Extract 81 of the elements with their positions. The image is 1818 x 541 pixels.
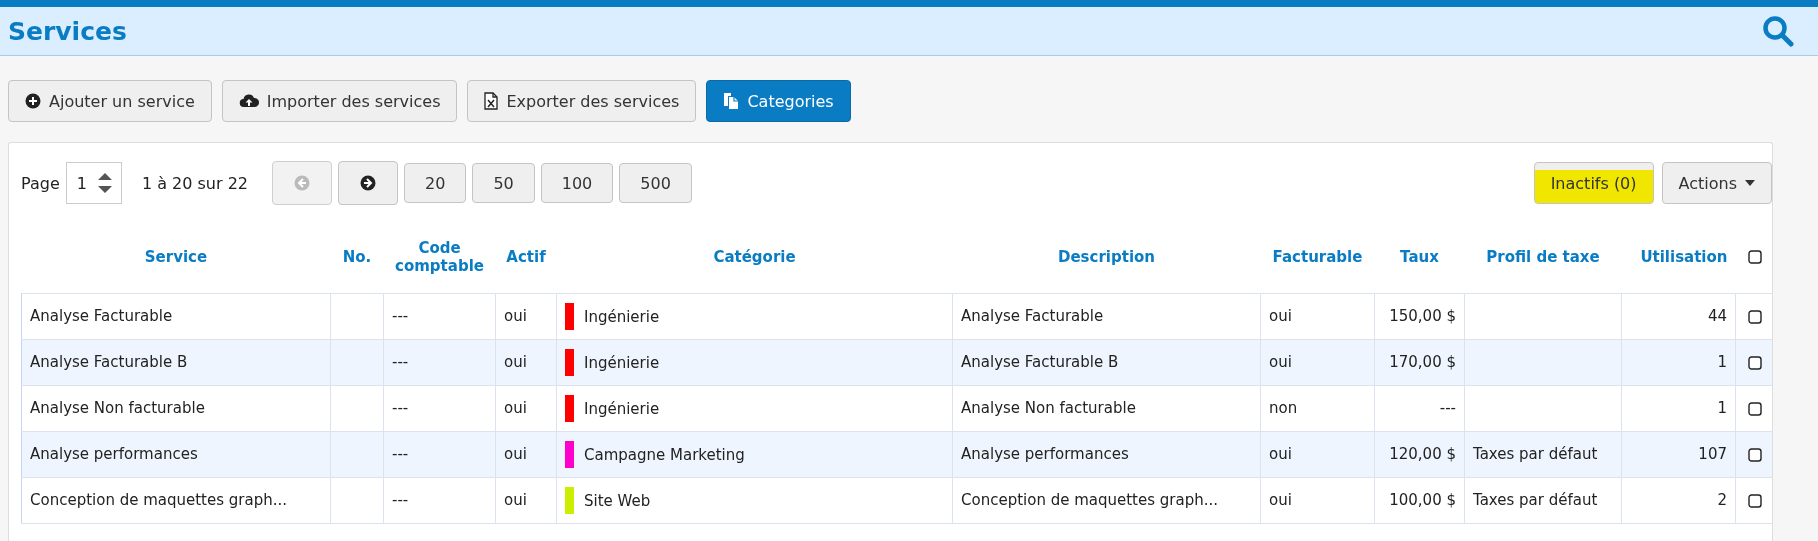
category-name: Site Web — [584, 491, 651, 509]
toolbar-button[interactable]: Categories — [706, 80, 851, 122]
arrow-left-circle-icon — [294, 175, 311, 191]
spinner-arrows-icon — [96, 172, 113, 194]
checkbox[interactable] — [1747, 447, 1762, 462]
table-cell: --- — [392, 445, 409, 463]
service-name: Analyse Facturable B — [30, 353, 188, 371]
table-cell: Analyse Non facturable — [961, 399, 1136, 417]
column-header[interactable]: Service — [29, 247, 323, 266]
table-cell: --- — [1439, 399, 1456, 417]
service-name: Analyse Facturable — [30, 307, 173, 325]
table-cell: 2 — [1717, 491, 1727, 509]
table-cell: Analyse Facturable B — [961, 353, 1119, 371]
table-cell: 1 — [1717, 399, 1727, 417]
page-label: Page — [21, 173, 60, 193]
table-cell: Taxes par défaut — [1473, 491, 1598, 509]
search-icon[interactable] — [1762, 15, 1794, 47]
table-cell: 1 — [1717, 353, 1727, 371]
table-cell: oui — [1269, 445, 1292, 463]
page-size-button[interactable]: 20 — [404, 163, 467, 203]
next-page-button[interactable] — [338, 161, 399, 205]
table-cell: 100,00 $ — [1389, 491, 1456, 509]
column-header[interactable]: Facturable — [1268, 247, 1367, 266]
table-cell: Taxes par défaut — [1473, 445, 1598, 463]
table-cell: --- — [392, 353, 409, 371]
checkbox[interactable] — [1747, 355, 1762, 370]
service-name: Analyse Non facturable — [30, 399, 205, 417]
category-name: Ingénierie — [584, 399, 660, 417]
column-header[interactable]: Taux — [1382, 247, 1457, 266]
checkbox[interactable] — [1747, 250, 1762, 265]
category-name: Ingénierie — [584, 353, 660, 371]
checkbox[interactable] — [1747, 493, 1762, 508]
copy-icon — [723, 92, 740, 110]
table-cell: Analyse performances — [961, 445, 1129, 463]
column-header[interactable]: Utilisation — [1629, 247, 1728, 266]
column-header[interactable]: No. — [338, 247, 376, 266]
table-cell: --- — [392, 307, 409, 325]
toolbar-button[interactable]: Exporter des services — [467, 80, 697, 122]
table-cell: 44 — [1707, 307, 1727, 325]
toolbar-button[interactable]: Ajouter un service — [8, 80, 212, 122]
table-cell: Analyse Facturable — [961, 307, 1104, 325]
table-cell: oui — [1269, 491, 1292, 509]
column-header[interactable]: Description — [960, 247, 1253, 266]
table-cell: oui — [504, 491, 527, 509]
table-cell: 170,00 $ — [1389, 353, 1456, 371]
page-range-text: 1 à 20 sur 22 — [141, 173, 249, 193]
category-name: Campagne Marketing — [584, 445, 745, 463]
page-size-button[interactable]: 100 — [540, 163, 614, 203]
page-size-button[interactable]: 50 — [472, 163, 535, 203]
caret-down-icon — [1745, 180, 1755, 186]
table-cell: 120,00 $ — [1389, 445, 1456, 463]
actions-dropdown-button[interactable]: Actions — [1661, 162, 1772, 204]
table-cell: --- — [392, 399, 409, 417]
plus-circle-icon — [25, 93, 41, 109]
page-title: Services — [8, 16, 127, 46]
checkbox[interactable] — [1747, 309, 1762, 324]
spreadsheet-file-icon — [484, 92, 499, 110]
table-cell: non — [1269, 399, 1298, 417]
service-name: Analyse performances — [30, 445, 198, 463]
page-size-button[interactable]: 500 — [619, 163, 692, 203]
table-cell: Conception de maquettes graph... — [961, 491, 1219, 509]
table-cell: oui — [504, 353, 527, 371]
category-name: Ingénierie — [584, 307, 660, 325]
table-cell: oui — [504, 399, 527, 417]
table-cell: oui — [1269, 307, 1292, 325]
checkbox[interactable] — [1747, 401, 1762, 416]
table-cell: --- — [392, 491, 409, 509]
table-cell: oui — [1269, 353, 1292, 371]
table-cell: 150,00 $ — [1389, 307, 1456, 325]
column-header[interactable]: Code comptable — [391, 238, 488, 275]
cloud-upload-icon — [238, 93, 259, 109]
column-header[interactable]: Catégorie — [564, 247, 945, 266]
toolbar-button[interactable]: Importer des services — [221, 80, 458, 122]
service-name: Conception de maquettes graph... — [30, 491, 288, 509]
column-header[interactable]: Actif — [503, 247, 549, 266]
table-cell: oui — [504, 445, 527, 463]
table-cell: 107 — [1698, 445, 1727, 463]
column-header[interactable]: Profil de taxe — [1472, 247, 1614, 266]
table-cell: oui — [504, 307, 527, 325]
page-number-field[interactable]: 1 — [65, 162, 122, 204]
arrow-right-circle-icon — [360, 175, 377, 191]
